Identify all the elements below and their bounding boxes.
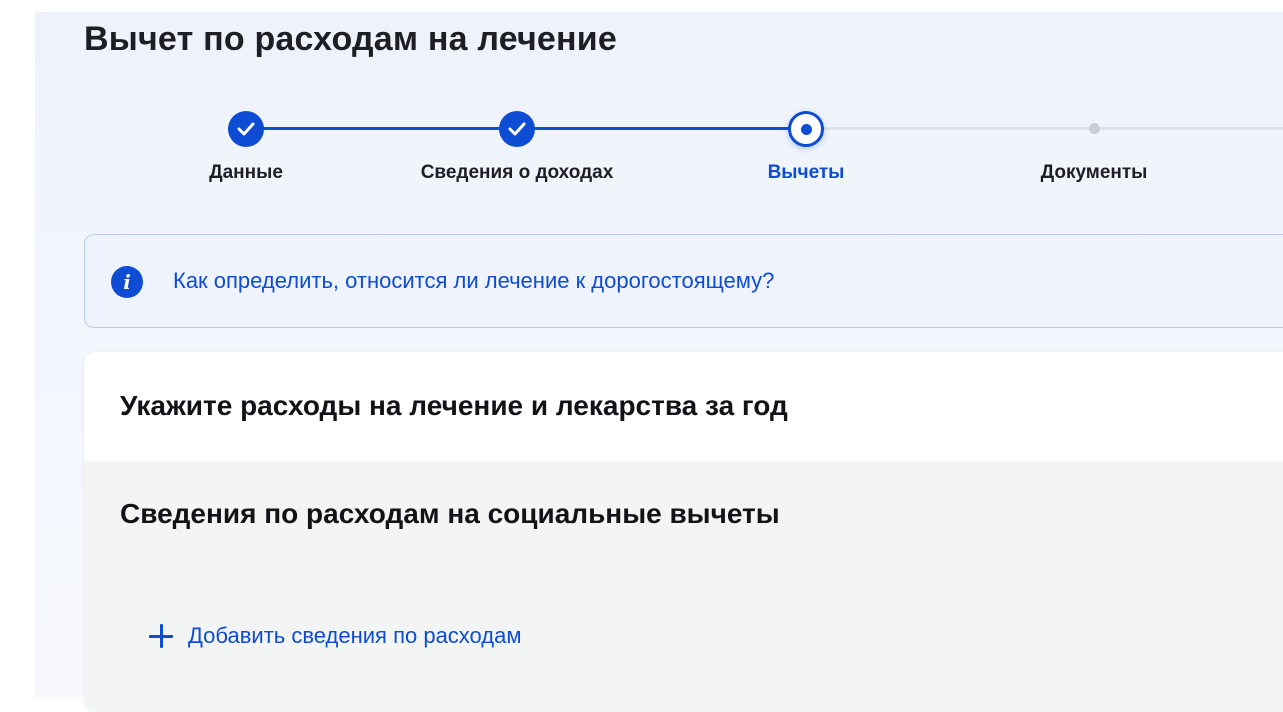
step-label-documents: Документы: [1040, 162, 1148, 183]
step-label-data[interactable]: Данные: [209, 162, 283, 184]
step-1-check-icon[interactable]: [228, 111, 264, 147]
info-banner: i Как определить, относится ли лечение к…: [84, 234, 1283, 328]
stepper-line-todo-2: [1094, 127, 1283, 130]
step-label-income[interactable]: Сведения о доходах: [421, 162, 614, 184]
stepper-line-todo-1: [806, 127, 1094, 130]
step-4-dot-icon: [1089, 123, 1100, 134]
step-3-current-icon: [788, 111, 824, 147]
step-label-deductions: Вычеты: [767, 162, 845, 183]
stepper-line-done-1: [246, 127, 517, 130]
stepper-line-done-2: [517, 127, 806, 130]
progress-stepper: Данные Сведения о доходах Вычеты Докумен…: [0, 100, 1283, 200]
card-title: Укажите расходы на лечение и лекарства з…: [120, 390, 788, 421]
expenses-card: Укажите расходы на лечение и лекарства з…: [84, 352, 1283, 712]
step-2-check-icon[interactable]: [499, 111, 535, 147]
section-title: Сведения по расходам на социальные вычет…: [120, 498, 780, 529]
add-expenses-button[interactable]: Добавить сведения по расходам: [148, 619, 522, 653]
add-expenses-label: Добавить сведения по расходам: [188, 623, 522, 648]
card-header: Укажите расходы на лечение и лекарства з…: [84, 352, 1283, 461]
expensive-treatment-link[interactable]: Как определить, относится ли лечение к д…: [173, 268, 774, 294]
info-icon: i: [111, 266, 143, 298]
expenses-section: Сведения по расходам на социальные вычет…: [84, 461, 1283, 712]
page-title: Вычет по расходам на лечение: [84, 20, 617, 58]
plus-icon: [148, 623, 174, 649]
